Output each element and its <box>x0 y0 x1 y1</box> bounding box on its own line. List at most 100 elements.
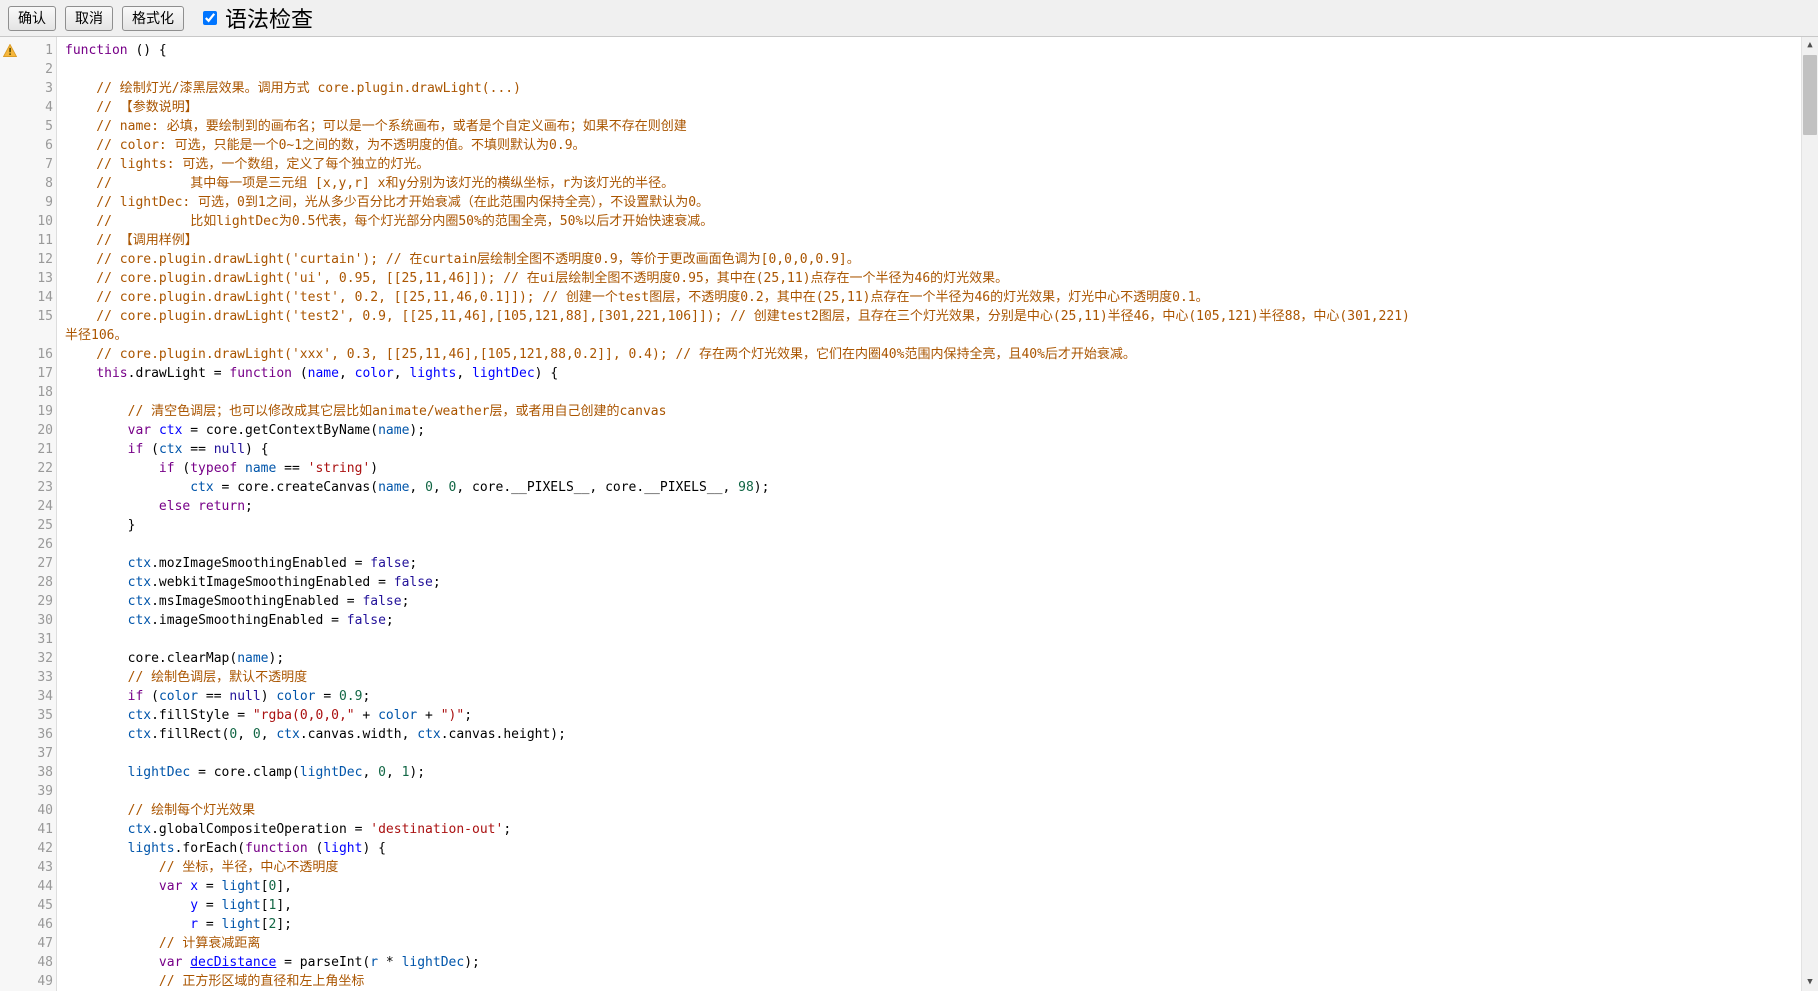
code-line[interactable]: 11 // 【调用样例】 <box>0 231 1818 250</box>
code-line[interactable]: 8 // 其中每一项是三元组 [x,y,r] x和y分别为该灯光的横纵坐标，r为… <box>0 174 1818 193</box>
confirm-button[interactable]: 确认 <box>8 6 56 31</box>
code-line[interactable]: 10 // 比如lightDec为0.5代表，每个灯光部分内圈50%的范围全亮，… <box>0 212 1818 231</box>
scrollbar-thumb[interactable] <box>1803 55 1817 135</box>
code-line[interactable]: 4 // 【参数说明】 <box>0 98 1818 117</box>
gutter-marker <box>0 41 20 60</box>
code-line[interactable]: 12 // core.plugin.drawLight('curtain'); … <box>0 250 1818 269</box>
code-line[interactable]: 13 // core.plugin.drawLight('ui', 0.95, … <box>0 269 1818 288</box>
code-line[interactable]: 48 var decDistance = parseInt(r * lightD… <box>0 953 1818 972</box>
code-line[interactable]: 44 var x = light[0], <box>0 877 1818 896</box>
code-line[interactable]: 49 // 正方形区域的直径和左上角坐标 <box>0 972 1818 991</box>
code-text: if (typeof name == 'string') <box>57 459 1818 478</box>
code-line[interactable]: 32 core.clearMap(name); <box>0 649 1818 668</box>
gutter-marker <box>0 402 20 421</box>
code-line[interactable]: 47 // 计算衰减距离 <box>0 934 1818 953</box>
line-number: 17 <box>20 364 57 383</box>
code-line[interactable]: 20 var ctx = core.getContextByName(name)… <box>0 421 1818 440</box>
code-line[interactable]: 22 if (typeof name == 'string') <box>0 459 1818 478</box>
code-line[interactable]: 29 ctx.msImageSmoothingEnabled = false; <box>0 592 1818 611</box>
code-line[interactable]: 43 // 坐标，半径，中心不透明度 <box>0 858 1818 877</box>
code-line[interactable]: 40 // 绘制每个灯光效果 <box>0 801 1818 820</box>
gutter-marker <box>0 364 20 383</box>
code-line[interactable]: 17 this.drawLight = function (name, colo… <box>0 364 1818 383</box>
code-line[interactable]: 5 // name: 必填，要绘制到的画布名；可以是一个系统画布，或者是个自定义… <box>0 117 1818 136</box>
gutter-marker <box>0 630 20 649</box>
gutter-marker <box>0 744 20 763</box>
code-text <box>57 60 1818 79</box>
vertical-scrollbar[interactable]: ▲ ▼ <box>1801 37 1818 991</box>
code-text: lightDec = core.clamp(lightDec, 0, 1); <box>57 763 1818 782</box>
lint-warning-icon[interactable] <box>3 44 17 57</box>
code-line[interactable]: 35 ctx.fillStyle = "rgba(0,0,0," + color… <box>0 706 1818 725</box>
gutter-marker <box>0 174 20 193</box>
line-number: 31 <box>20 630 57 649</box>
scroll-down-icon[interactable]: ▼ <box>1802 974 1818 991</box>
code-text: // lights: 可选，一个数组，定义了每个独立的灯光。 <box>57 155 1818 174</box>
gutter-marker <box>0 478 20 497</box>
line-number: 24 <box>20 497 57 516</box>
line-number: 36 <box>20 725 57 744</box>
syntax-check-checkbox[interactable] <box>203 11 217 25</box>
code-line[interactable]: 15 // core.plugin.drawLight('test2', 0.9… <box>0 307 1818 326</box>
code-text: r = light[2]; <box>57 915 1818 934</box>
gutter-marker <box>0 573 20 592</box>
code-text: // 其中每一项是三元组 [x,y,r] x和y分别为该灯光的横纵坐标，r为该灯… <box>57 174 1818 193</box>
line-number: 37 <box>20 744 57 763</box>
code-line[interactable]: 24 else return; <box>0 497 1818 516</box>
code-text: // 绘制每个灯光效果 <box>57 801 1818 820</box>
code-line[interactable]: 33 // 绘制色调层，默认不透明度 <box>0 668 1818 687</box>
code-line[interactable]: 半径106。 <box>0 326 1818 345</box>
code-line[interactable]: 42 lights.forEach(function (light) { <box>0 839 1818 858</box>
line-number: 28 <box>20 573 57 592</box>
line-number: 16 <box>20 345 57 364</box>
code-text <box>57 383 1818 402</box>
code-line[interactable]: 28 ctx.webkitImageSmoothingEnabled = fal… <box>0 573 1818 592</box>
code-line[interactable]: 16 // core.plugin.drawLight('xxx', 0.3, … <box>0 345 1818 364</box>
gutter-marker <box>0 535 20 554</box>
line-number: 35 <box>20 706 57 725</box>
code-line[interactable]: 41 ctx.globalCompositeOperation = 'desti… <box>0 820 1818 839</box>
code-text: // 绘制灯光/漆黑层效果。调用方式 core.plugin.drawLight… <box>57 79 1818 98</box>
scroll-up-icon[interactable]: ▲ <box>1802 37 1818 54</box>
code-text: if (ctx == null) { <box>57 440 1818 459</box>
code-text: 半径106。 <box>57 326 1818 345</box>
code-line[interactable]: 34 if (color == null) color = 0.9; <box>0 687 1818 706</box>
line-number: 29 <box>20 592 57 611</box>
code-line[interactable]: 6 // color: 可选，只能是一个0~1之间的数，为不透明度的值。不填则默… <box>0 136 1818 155</box>
code-line[interactable]: 2 <box>0 60 1818 79</box>
code-line[interactable]: 3 // 绘制灯光/漆黑层效果。调用方式 core.plugin.drawLig… <box>0 79 1818 98</box>
code-line[interactable]: 46 r = light[2]; <box>0 915 1818 934</box>
line-number: 41 <box>20 820 57 839</box>
code-editor[interactable]: 1function () {23 // 绘制灯光/漆黑层效果。调用方式 core… <box>0 36 1818 991</box>
code-line[interactable]: 9 // lightDec: 可选，0到1之间，光从多少百分比才开始衰减（在此范… <box>0 193 1818 212</box>
line-number: 23 <box>20 478 57 497</box>
gutter-marker <box>0 706 20 725</box>
code-line[interactable]: 23 ctx = core.createCanvas(name, 0, 0, c… <box>0 478 1818 497</box>
format-button[interactable]: 格式化 <box>122 6 184 31</box>
cancel-button[interactable]: 取消 <box>65 6 113 31</box>
code-line[interactable]: 25 } <box>0 516 1818 535</box>
code-line[interactable]: 36 ctx.fillRect(0, 0, ctx.canvas.width, … <box>0 725 1818 744</box>
code-line[interactable]: 1function () { <box>0 41 1818 60</box>
code-line[interactable]: 19 // 清空色调层；也可以修改成其它层比如animate/weather层，… <box>0 402 1818 421</box>
gutter-marker <box>0 497 20 516</box>
code-line[interactable]: 21 if (ctx == null) { <box>0 440 1818 459</box>
code-line[interactable]: 31 <box>0 630 1818 649</box>
code-line[interactable]: 14 // core.plugin.drawLight('test', 0.2,… <box>0 288 1818 307</box>
code-text: // 正方形区域的直径和左上角坐标 <box>57 972 1818 991</box>
code-line[interactable]: 26 <box>0 535 1818 554</box>
code-line[interactable]: 38 lightDec = core.clamp(lightDec, 0, 1)… <box>0 763 1818 782</box>
code-line[interactable]: 7 // lights: 可选，一个数组，定义了每个独立的灯光。 <box>0 155 1818 174</box>
gutter-marker <box>0 307 20 326</box>
code-line[interactable]: 37 <box>0 744 1818 763</box>
line-number: 3 <box>20 79 57 98</box>
code-line[interactable]: 30 ctx.imageSmoothingEnabled = false; <box>0 611 1818 630</box>
code-text: ctx.fillRect(0, 0, ctx.canvas.width, ctx… <box>57 725 1818 744</box>
line-number: 43 <box>20 858 57 877</box>
gutter-marker <box>0 79 20 98</box>
code-line[interactable]: 27 ctx.mozImageSmoothingEnabled = false; <box>0 554 1818 573</box>
code-line[interactable]: 39 <box>0 782 1818 801</box>
code-line[interactable]: 18 <box>0 383 1818 402</box>
code-text: lights.forEach(function (light) { <box>57 839 1818 858</box>
code-line[interactable]: 45 y = light[1], <box>0 896 1818 915</box>
